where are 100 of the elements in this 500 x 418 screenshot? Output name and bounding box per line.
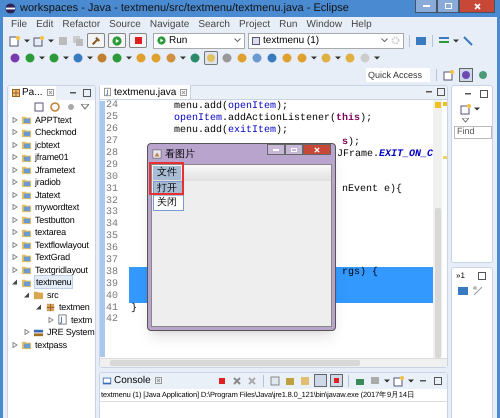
maximize-button[interactable] (437, 0, 459, 14)
project-icon[interactable] (21, 189, 32, 200)
expanded-arrow-icon[interactable] (36, 304, 42, 310)
caret-icon[interactable] (453, 38, 459, 44)
remove-icon[interactable] (231, 374, 243, 386)
caret-icon[interactable] (374, 55, 380, 61)
close-icon[interactable] (46, 89, 54, 96)
quick-access-field[interactable]: Quick Access (366, 68, 430, 82)
collapsed-arrow-icon[interactable] (12, 179, 18, 186)
caret-icon[interactable] (408, 378, 414, 384)
expanded-arrow-icon[interactable] (12, 279, 18, 286)
minimize-button[interactable] (415, 0, 437, 14)
file-icon[interactable] (57, 314, 68, 326)
java-perspective-button[interactable] (459, 68, 473, 82)
collapsed-arrow-icon[interactable] (12, 142, 18, 148)
package-icon[interactable] (45, 302, 56, 313)
tree-item[interactable]: Checkmod (34, 126, 78, 138)
caret-icon[interactable] (384, 378, 390, 384)
collapsed-arrow-icon[interactable] (12, 216, 18, 223)
caret-icon[interactable] (180, 55, 186, 61)
find-field[interactable]: Find (454, 126, 492, 138)
tree-item[interactable]: textm (70, 314, 94, 326)
project-icon[interactable] (21, 239, 32, 250)
vertical-scrollbar[interactable] (433, 100, 442, 358)
close-icon[interactable] (180, 88, 188, 96)
collapsed-arrow-icon[interactable] (12, 129, 18, 136)
monitor-icon[interactable] (415, 34, 427, 46)
project-icon[interactable] (21, 139, 32, 150)
tree-item[interactable]: textpass (34, 338, 68, 351)
project-icon[interactable] (21, 264, 32, 276)
run-button[interactable] (108, 33, 126, 48)
collapse-all-icon[interactable] (33, 100, 45, 112)
tree-item[interactable]: TextGrad (34, 251, 71, 264)
minimize-button[interactable] (267, 144, 285, 155)
tree-item[interactable]: jcbtext (34, 138, 61, 151)
caret-icon[interactable] (87, 55, 93, 61)
project-icon[interactable] (21, 114, 32, 126)
maximize-button[interactable] (285, 144, 303, 155)
chevron-down-icon[interactable] (381, 38, 388, 43)
tree-item[interactable]: Textgridlayout (34, 264, 89, 276)
menu-item[interactable]: Run (279, 16, 298, 32)
tree-item[interactable]: src (46, 288, 60, 301)
collapsed-arrow-icon[interactable] (12, 204, 18, 210)
maximize-icon[interactable] (432, 374, 444, 386)
collapsed-arrow-icon[interactable] (12, 116, 18, 123)
collapsed-arrow-icon[interactable] (12, 229, 18, 236)
project-icon[interactable] (21, 339, 32, 350)
caret-icon[interactable] (335, 55, 341, 61)
collapsed-arrow-icon[interactable] (24, 329, 30, 336)
caret-icon[interactable] (126, 55, 132, 61)
collapsed-arrow-icon[interactable] (12, 166, 18, 173)
console-tab[interactable]: Console (100, 373, 164, 388)
new-window-icon[interactable] (33, 34, 45, 46)
swing-menu[interactable]: 文件 (153, 166, 181, 180)
brush-icon[interactable] (204, 51, 218, 65)
menu-item[interactable]: Window (306, 16, 342, 32)
tree-item[interactable]: textmen (58, 301, 91, 314)
tree-item[interactable]: Textflowlayout (34, 238, 90, 251)
new-console-icon[interactable] (393, 374, 405, 386)
expanded-arrow-icon[interactable] (24, 292, 30, 298)
menu-item[interactable]: File (11, 16, 28, 32)
menu-item[interactable]: Refactor (62, 16, 100, 32)
show-stderr-button[interactable] (330, 374, 343, 387)
editor-tab[interactable]: textmenu.java (100, 85, 192, 99)
stop-button[interactable] (129, 33, 147, 48)
tree-item[interactable]: mywordtext (34, 201, 80, 214)
show-stdout-button[interactable] (314, 374, 327, 387)
caret-icon[interactable] (24, 38, 30, 44)
maximize-icon[interactable] (476, 270, 488, 282)
tree-item[interactable]: APPTtext (34, 114, 72, 126)
menu-item[interactable]: Project (239, 16, 270, 32)
caret-icon[interactable] (63, 55, 69, 61)
tree-item[interactable]: JRE System (46, 326, 95, 338)
run-mode-dropdown[interactable]: Run (153, 32, 245, 48)
view-menu-icon[interactable] (81, 104, 89, 110)
tree-item[interactable]: textmenu (34, 275, 74, 290)
collapsed-arrow-icon[interactable] (12, 154, 18, 160)
open-perspective-icon[interactable] (443, 68, 455, 80)
menu-item[interactable]: Edit (36, 16, 54, 32)
maximize-icon[interactable] (478, 88, 490, 100)
maximize-icon[interactable] (81, 86, 93, 98)
new-file-icon[interactable] (9, 34, 21, 46)
collapsed-arrow-icon[interactable] (12, 192, 18, 198)
chevron-down-icon[interactable] (234, 38, 241, 43)
menu-item[interactable]: Navigate (150, 16, 190, 32)
caret-icon[interactable] (474, 106, 480, 112)
tree-item[interactable]: Jtatext (34, 188, 62, 201)
close-button[interactable] (303, 144, 331, 155)
remove-all-icon[interactable] (246, 374, 258, 386)
menu-item[interactable]: Search (198, 16, 230, 32)
maximize-icon[interactable] (435, 86, 447, 98)
hidden-views-tab[interactable]: »1 (456, 270, 465, 282)
monitor-icon[interactable] (457, 284, 469, 296)
menu-item[interactable]: Help (351, 16, 372, 32)
horizontal-scrollbar[interactable] (100, 358, 447, 366)
collapsed-arrow-icon[interactable] (12, 242, 18, 248)
project-icon[interactable] (21, 164, 32, 176)
collapsed-arrow-icon[interactable] (48, 316, 54, 323)
close-button[interactable] (459, 0, 495, 14)
build-button[interactable] (87, 33, 105, 48)
